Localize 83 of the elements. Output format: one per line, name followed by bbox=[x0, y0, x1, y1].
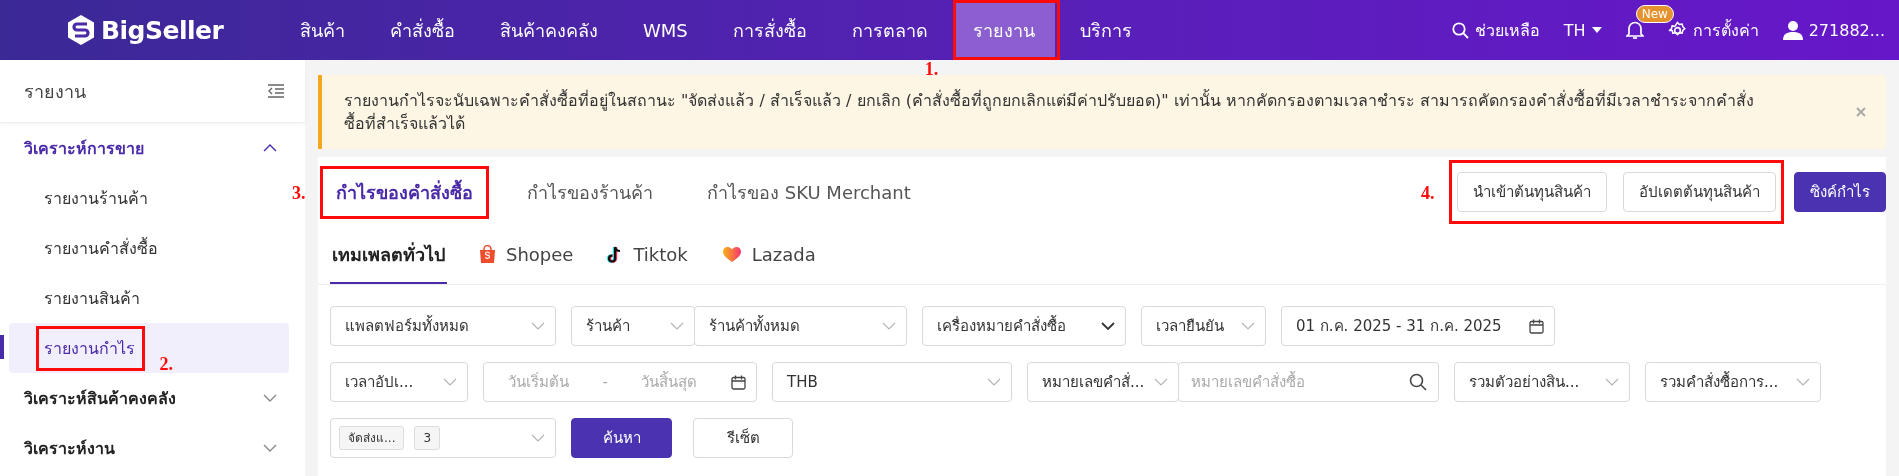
settings-link[interactable]: การตั้งค่า bbox=[1692, 17, 1759, 43]
dropdown[interactable]: เครื่องหมายคำสั่งซื้อ bbox=[922, 306, 1126, 346]
end-date-placeholder: วันสิ้นสุด bbox=[641, 370, 698, 394]
search-icon bbox=[1451, 21, 1469, 39]
shopping-bag-icon bbox=[479, 245, 496, 264]
dropdown[interactable]: ร้านค้าทั้งหมด bbox=[694, 306, 907, 346]
chevron-down-icon bbox=[1101, 322, 1115, 330]
language-selector[interactable]: TH bbox=[1563, 20, 1586, 40]
logo-text: BigSeller bbox=[101, 15, 224, 45]
collapse-button[interactable] bbox=[267, 84, 285, 98]
sync-button[interactable]: ซิงค์กำไร bbox=[1794, 172, 1886, 212]
start-date-placeholder: วันเริ่มต้น bbox=[508, 371, 569, 393]
nav-tab[interactable]: สินค้า bbox=[280, 0, 365, 60]
collapse-icon bbox=[267, 84, 285, 98]
nav-tab[interactable]: การตลาด bbox=[831, 0, 948, 60]
count-tag: 3 bbox=[414, 426, 441, 450]
chevron-down-icon bbox=[263, 394, 277, 402]
annotation-number: 4. bbox=[1421, 184, 1435, 202]
account-name[interactable]: 271882... bbox=[1808, 20, 1885, 40]
chevron-down-icon bbox=[531, 434, 545, 442]
sidebar-item[interactable]: รายงานสินค้า bbox=[44, 285, 140, 311]
nav-tab[interactable]: บริการ bbox=[1059, 0, 1152, 60]
sidebar-item[interactable]: รายงานคำสั่งซื้อ bbox=[44, 235, 158, 261]
selection-indicator bbox=[0, 335, 4, 359]
search-field[interactable]: หมายเลขคำสั่งซื้อ bbox=[1178, 362, 1439, 402]
date-separator: - bbox=[602, 373, 608, 391]
sidebar-title: รายงาน bbox=[24, 79, 86, 104]
sidebar-item[interactable]: รายงานร้านค้า bbox=[44, 185, 148, 211]
close-icon bbox=[1856, 107, 1866, 117]
date-range-field[interactable]: 01 ก.ค. 2025 - 31 ก.ค. 2025 bbox=[1281, 306, 1555, 346]
chevron-down-icon bbox=[1796, 378, 1810, 386]
chevron-down-icon bbox=[1605, 378, 1619, 386]
sidebar-section[interactable]: วิเคราะห์การขาย bbox=[0, 123, 305, 173]
nav-tab[interactable]: การสั่งซื้อ bbox=[712, 0, 827, 60]
bell-icon bbox=[1625, 20, 1644, 40]
dropdown[interactable]: หมายเลขคำสั่... bbox=[1027, 362, 1179, 402]
search-icon bbox=[1409, 373, 1427, 391]
chevron-down-icon bbox=[882, 322, 896, 330]
report-tab[interactable]: กำไรของร้านค้า bbox=[519, 177, 661, 207]
sidebar-section[interactable]: วิเคราะห์สินค้าคงคลัง bbox=[0, 373, 305, 423]
dropdown[interactable]: เวลาอัปเ... bbox=[330, 362, 468, 402]
dropdown[interactable]: แพลตฟอร์มทั้งหมด bbox=[330, 306, 556, 346]
multi-select-dropdown[interactable]: จัดส่งแ... 3 bbox=[330, 418, 556, 458]
dropdown[interactable]: THB bbox=[772, 362, 1012, 402]
chevron-down-icon bbox=[1241, 322, 1255, 330]
update-button[interactable]: อัปเดตต้นทุนสินค้า bbox=[1623, 172, 1776, 212]
dropdown[interactable]: รวมคำสั่งซื้อการ... bbox=[1645, 362, 1821, 402]
chevron-down-icon bbox=[263, 444, 277, 452]
status-tag: จัดส่งแ... bbox=[339, 426, 405, 450]
nav-tab[interactable]: คำสั่งซื้อ bbox=[370, 0, 475, 60]
chevron-up-icon bbox=[263, 144, 277, 152]
search-button[interactable]: ค้นหา bbox=[571, 418, 672, 458]
chevron-down-icon bbox=[443, 378, 457, 386]
dropdown[interactable]: เวลายืนยัน bbox=[1141, 306, 1266, 346]
annotation-number: 3. bbox=[292, 184, 306, 202]
annotation-number: 1. bbox=[924, 60, 939, 78]
caret-down-icon bbox=[1591, 27, 1602, 33]
calendar-icon bbox=[1529, 318, 1544, 334]
notice-text: รายงานกำไรจะนับเฉพาะคำสั่งซื้อที่อยู่ในสถานะ "จัดส่งแล้ว / สำเร็จแล้ว / ยกเลิก (คำสั่งซื้อที่ถูกยกเลิกแต่มีค่าปรับยอด)" เท่านั้น หากคัดกรองตามเวลาชำระ สามารถคัดกรองคำสั่งซื้อที่มีเวลาชำระจากคำสั่งซื้อที่สำเร็จแล้วได้ bbox=[344, 89, 1755, 135]
help-link[interactable]: ช่วยเหลือ bbox=[1474, 17, 1540, 43]
nav-tab[interactable]: WMS bbox=[623, 0, 708, 60]
annotation-number: 2. bbox=[159, 354, 173, 373]
sidebar-item[interactable]: รายงานกำไร bbox=[44, 335, 135, 361]
logo-icon bbox=[66, 14, 96, 46]
chevron-down-icon bbox=[1154, 378, 1168, 386]
chevron-down-icon bbox=[670, 322, 684, 330]
platform-tab[interactable]: Lazada bbox=[719, 227, 818, 284]
user-icon bbox=[1782, 20, 1803, 40]
new-badge: New bbox=[1635, 5, 1674, 23]
chevron-down-icon bbox=[987, 378, 1001, 386]
heart-icon bbox=[721, 246, 742, 263]
platform-tab[interactable]: Shopee bbox=[477, 227, 576, 284]
dropdown[interactable]: รวมตัวอย่างสิน... bbox=[1454, 362, 1630, 402]
report-tab[interactable]: กำไรของคำสั่งซื้อ bbox=[328, 177, 481, 207]
import-button[interactable]: นำเข้าต้นทุนสินค้า bbox=[1457, 172, 1607, 212]
nav-tab[interactable]: สินค้าคงคลัง bbox=[480, 0, 618, 60]
reset-button[interactable]: รีเซ็ต bbox=[693, 418, 793, 458]
dropdown[interactable]: ร้านค้า bbox=[571, 306, 695, 346]
calendar-icon bbox=[730, 374, 746, 390]
sidebar-section[interactable]: วิเคราะห์งาน bbox=[0, 423, 305, 473]
chevron-down-icon bbox=[531, 322, 545, 330]
report-tab[interactable]: กำไรของ SKU Merchant bbox=[699, 177, 919, 207]
platform-tab[interactable]: Tiktok bbox=[605, 227, 690, 284]
